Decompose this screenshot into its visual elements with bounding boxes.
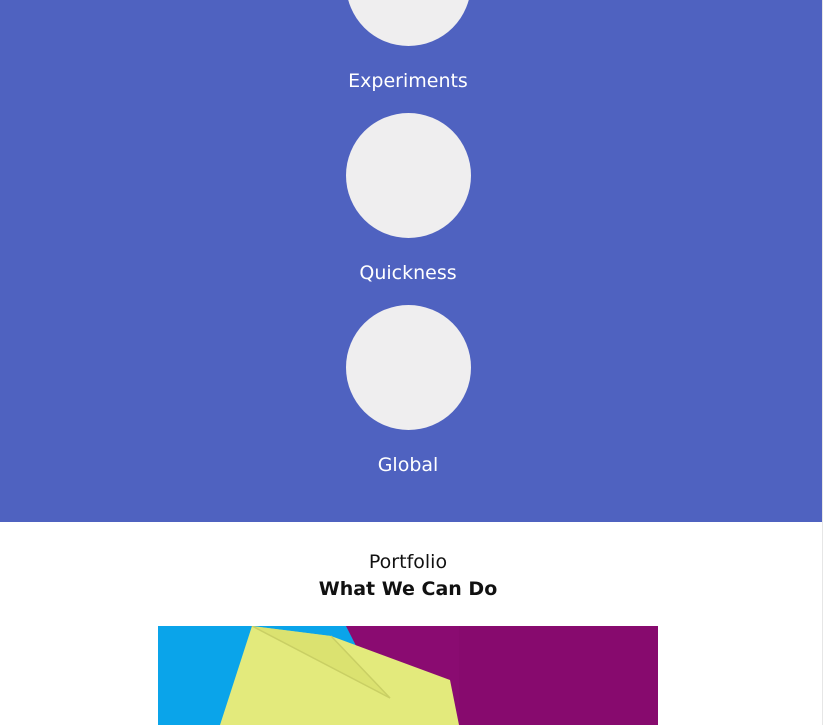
portfolio-image[interactable]: [158, 626, 658, 725]
placeholder-circle-icon: [346, 113, 471, 238]
feature-label: Experiments: [348, 70, 468, 92]
portfolio-title: What We Can Do: [318, 578, 498, 600]
portfolio-eyebrow: Portfolio: [368, 551, 448, 573]
feature-label: Quickness: [359, 262, 457, 284]
placeholder-circle-icon: [346, 0, 471, 46]
feature-label: Global: [377, 454, 439, 476]
features-section: Experiments Quickness Global: [0, 0, 822, 522]
placeholder-circle-icon: [346, 305, 471, 430]
page: Experiments Quickness Global Portfolio W…: [0, 0, 823, 725]
portfolio-heading: Portfolio What We Can Do: [0, 550, 816, 602]
portfolio-envelope-image: [158, 626, 658, 725]
